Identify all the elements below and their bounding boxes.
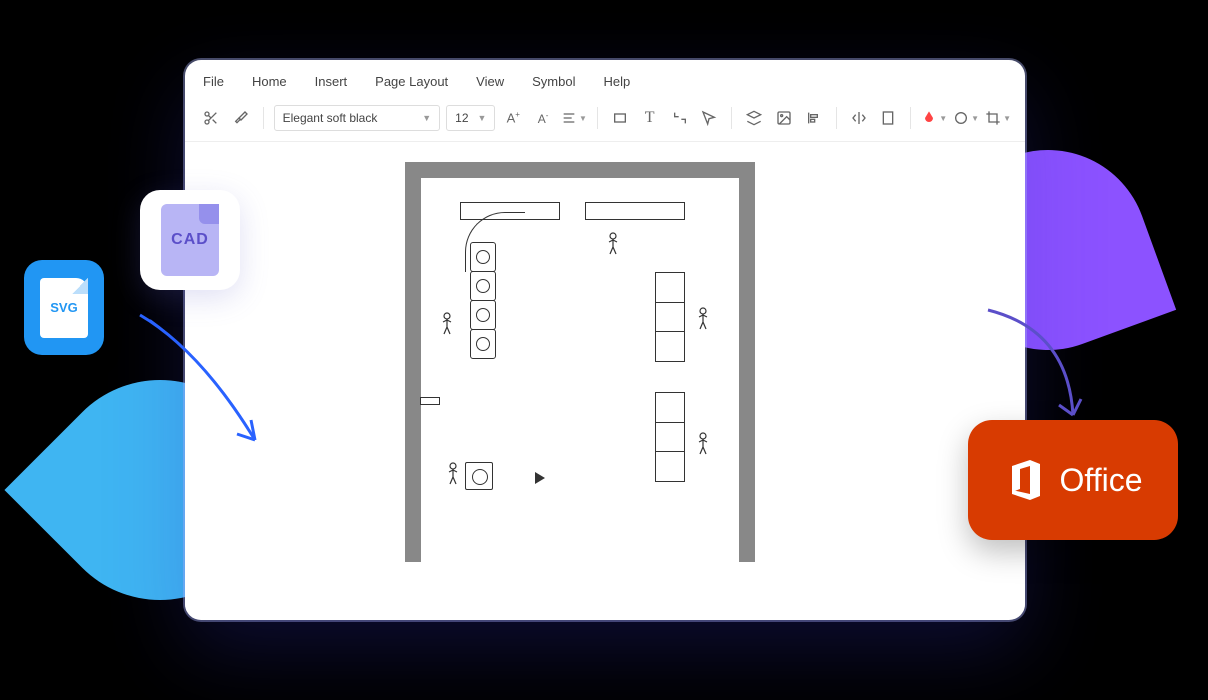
image-icon[interactable] (772, 105, 796, 131)
cabinet-shape (655, 392, 685, 482)
shape-outline-icon[interactable]: ▼ (953, 105, 979, 131)
wall (405, 162, 755, 178)
toolbar-divider (597, 107, 598, 129)
chevron-down-icon: ▼ (579, 114, 587, 123)
menubar-file[interactable]: File (203, 74, 224, 89)
rectangle-icon[interactable] (608, 105, 632, 131)
menubar-home[interactable]: Home (252, 74, 287, 89)
crop-icon[interactable]: ▼ (985, 105, 1011, 131)
toolbar-divider (910, 107, 911, 129)
cad-label: CAD (171, 231, 209, 249)
toolbar: Elegant soft black ▼ 12 ▼ A+ A- ▼ T (185, 99, 1025, 142)
fontsize-dropdown[interactable]: 12 ▼ (446, 105, 495, 131)
chevron-down-icon: ▼ (477, 113, 486, 123)
pointer-icon[interactable] (697, 105, 721, 131)
cad-file-badge: CAD (140, 190, 240, 290)
wall (739, 162, 755, 562)
svg-file-badge: SVG (24, 260, 104, 355)
person-icon (695, 432, 711, 456)
file-icon: SVG (40, 278, 88, 338)
shelf-shape (585, 202, 685, 220)
chevron-down-icon: ▼ (971, 114, 979, 123)
person-icon (605, 232, 621, 256)
menubar-insert[interactable]: Insert (315, 74, 348, 89)
machine-shape (470, 300, 496, 330)
font-dropdown[interactable]: Elegant soft black ▼ (274, 105, 441, 131)
chevron-down-icon: ▼ (1003, 114, 1011, 123)
menubar-view[interactable]: View (476, 74, 504, 89)
machine-shape (470, 242, 496, 272)
wall (405, 162, 421, 562)
connector-icon[interactable] (668, 105, 692, 131)
format-painter-icon[interactable] (229, 105, 253, 131)
floorplan-drawing (405, 162, 755, 562)
chevron-down-icon: ▼ (939, 114, 947, 123)
fill-color-icon[interactable]: ▼ (921, 105, 947, 131)
washer-shape (465, 462, 493, 490)
toolbar-divider (263, 107, 264, 129)
cut-icon[interactable] (199, 105, 223, 131)
menubar-symbol[interactable]: Symbol (532, 74, 575, 89)
app-window: File Home Insert Page Layout View Symbol… (185, 60, 1025, 620)
font-size-value: 12 (455, 111, 468, 125)
person-icon (445, 462, 461, 486)
triangle-shape (535, 472, 545, 484)
svg-label: SVG (50, 300, 77, 315)
flip-icon[interactable] (847, 105, 871, 131)
font-name-value: Elegant soft black (283, 111, 378, 125)
menubar: File Home Insert Page Layout View Symbol… (185, 60, 1025, 99)
chevron-down-icon: ▼ (422, 113, 431, 123)
person-icon (439, 312, 455, 336)
office-badge: Office (968, 420, 1178, 540)
page-icon[interactable] (876, 105, 900, 131)
door-shape (420, 397, 440, 405)
machine-shape (470, 329, 496, 359)
font-decrease-icon[interactable]: A- (531, 105, 555, 131)
menubar-help[interactable]: Help (603, 74, 630, 89)
align-icon[interactable]: ▼ (561, 105, 587, 131)
layers-icon[interactable] (742, 105, 766, 131)
cabinet-shape (655, 272, 685, 362)
canvas[interactable] (185, 142, 1025, 612)
align-objects-icon[interactable] (802, 105, 826, 131)
office-icon (1004, 456, 1048, 504)
person-icon (695, 307, 711, 331)
toolbar-divider (731, 107, 732, 129)
menubar-pagelayout[interactable]: Page Layout (375, 74, 448, 89)
file-icon: CAD (161, 204, 219, 276)
toolbar-divider (836, 107, 837, 129)
office-label: Office (1060, 462, 1143, 499)
text-icon[interactable]: T (638, 105, 662, 131)
machine-shape (470, 271, 496, 301)
font-increase-icon[interactable]: A+ (501, 105, 525, 131)
machine-stack (470, 242, 496, 358)
